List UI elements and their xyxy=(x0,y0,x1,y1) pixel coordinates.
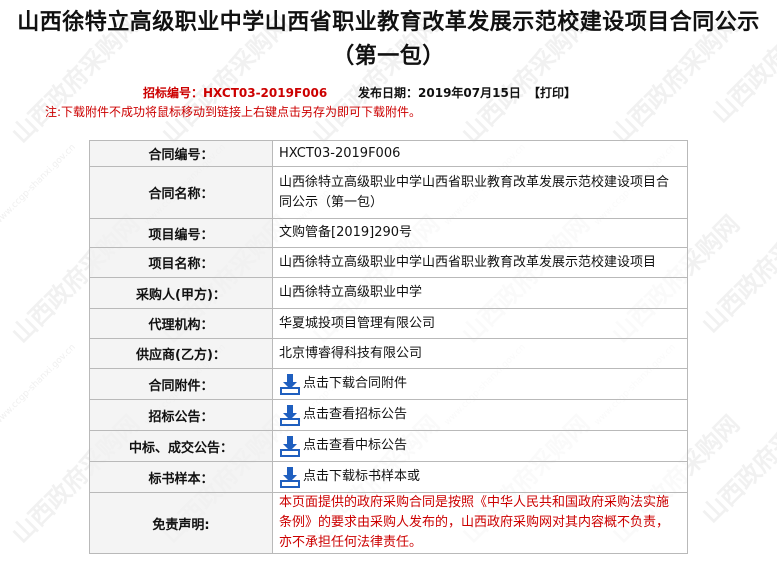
row-value: 山西徐特立高级职业中学山西省职业教育改革发展示范校建设项目 xyxy=(273,248,688,278)
row-label: 项目名称： xyxy=(90,248,273,278)
publish-date-label: 发布日期： xyxy=(358,86,418,100)
table-row: 项目编号： 文购管备[2019]290号 xyxy=(90,219,688,248)
download-arrow-icon[interactable] xyxy=(279,466,301,488)
table-row: 免责声明: 本页面提供的政府采购合同是按照《中华人民共和国政府采购法实施条例》的… xyxy=(90,493,688,554)
row-label: 采购人(甲方)： xyxy=(90,278,273,309)
row-value: 点击查看中标公告 xyxy=(273,431,688,462)
row-value: 北京博睿得科技有限公司 xyxy=(273,339,688,369)
watermark-text: 山西政府采购网 xyxy=(692,196,777,340)
row-label: 中标、成交公告： xyxy=(90,431,273,462)
row-label: 合同编号： xyxy=(90,141,273,167)
page-content: 山西徐特立高级职业中学山西省职业教育改革发展示范校建设项目合同公示（第一包） 招… xyxy=(0,0,777,120)
contract-info-table: 合同编号： HXCT03-2019F006 合同名称： 山西徐特立高级职业中学山… xyxy=(89,140,688,554)
table-row: 合同附件： 点击下载合同附件 xyxy=(90,369,688,400)
download-arrow-icon[interactable] xyxy=(279,435,301,457)
row-label: 招标公告： xyxy=(90,400,273,431)
row-label: 标书样本： xyxy=(90,462,273,493)
download-arrow-icon[interactable] xyxy=(279,404,301,426)
disclaimer-text: 本页面提供的政府采购合同是按照《中华人民共和国政府采购法实施条例》的要求由采购人… xyxy=(273,493,688,554)
row-label: 合同名称： xyxy=(90,167,273,219)
row-label: 代理机构： xyxy=(90,309,273,339)
download-arrow-icon[interactable] xyxy=(279,373,301,395)
row-value: 山西徐特立高级职业中学 xyxy=(273,278,688,309)
bid-number-value: HXCT03-2019F006 xyxy=(203,86,327,100)
table-row: 标书样本： 点击下载标书样本或 xyxy=(90,462,688,493)
watermark-url: www.ccgp-shanxi.gov.cn xyxy=(0,142,78,227)
download-contract-attachment-link[interactable]: 点击下载合同附件 xyxy=(303,376,407,391)
meta-line: 招标编号：HXCT03-2019F006 发布日期：2019年07月15日 【打… xyxy=(0,84,777,104)
download-tender-sample-link[interactable]: 点击下载标书样本或 xyxy=(303,469,420,484)
table-row: 合同编号： HXCT03-2019F006 xyxy=(90,141,688,167)
row-value: 山西徐特立高级职业中学山西省职业教育改革发展示范校建设项目合同公示（第一包） xyxy=(273,167,688,219)
watermark-url: www.ccgp-shanxi.gov.cn xyxy=(0,342,78,427)
row-value: 文购管备[2019]290号 xyxy=(273,219,688,248)
table-row: 代理机构： 华夏城投项目管理有限公司 xyxy=(90,309,688,339)
page-title: 山西徐特立高级职业中学山西省职业教育改革发展示范校建设项目合同公示（第一包） xyxy=(0,0,777,74)
row-value: HXCT03-2019F006 xyxy=(273,141,688,167)
publish-date-info: 发布日期：2019年07月15日 xyxy=(358,84,521,101)
bid-number-label: 招标编号： xyxy=(143,86,203,100)
view-award-notice-link[interactable]: 点击查看中标公告 xyxy=(303,438,407,453)
row-label: 免责声明: xyxy=(90,493,273,554)
table-row: 招标公告： 点击查看招标公告 xyxy=(90,400,688,431)
table-row: 采购人(甲方)： 山西徐特立高级职业中学 xyxy=(90,278,688,309)
row-label: 合同附件： xyxy=(90,369,273,400)
row-label: 项目编号： xyxy=(90,219,273,248)
table-row: 供应商(乙方)： 北京博睿得科技有限公司 xyxy=(90,339,688,369)
row-value: 点击查看招标公告 xyxy=(273,400,688,431)
view-tender-notice-link[interactable]: 点击查看招标公告 xyxy=(303,407,407,422)
download-note: 注:下载附件不成功将鼠标移动到链接上右键点击另存为即可下载附件。 xyxy=(45,104,777,120)
publish-date-value: 2019年07月15日 xyxy=(418,86,521,100)
bid-number-info: 招标编号：HXCT03-2019F006 xyxy=(143,84,327,101)
table-row: 中标、成交公告： 点击查看中标公告 xyxy=(90,431,688,462)
print-link[interactable]: 【打印】 xyxy=(528,84,576,101)
row-value: 点击下载标书样本或 xyxy=(273,462,688,493)
table-row: 合同名称： 山西徐特立高级职业中学山西省职业教育改革发展示范校建设项目合同公示（… xyxy=(90,167,688,219)
row-value: 点击下载合同附件 xyxy=(273,369,688,400)
row-value: 华夏城投项目管理有限公司 xyxy=(273,309,688,339)
watermark-text: 山西政府采购网 xyxy=(692,386,777,530)
table-row: 项目名称： 山西徐特立高级职业中学山西省职业教育改革发展示范校建设项目 xyxy=(90,248,688,278)
row-label: 供应商(乙方)： xyxy=(90,339,273,369)
